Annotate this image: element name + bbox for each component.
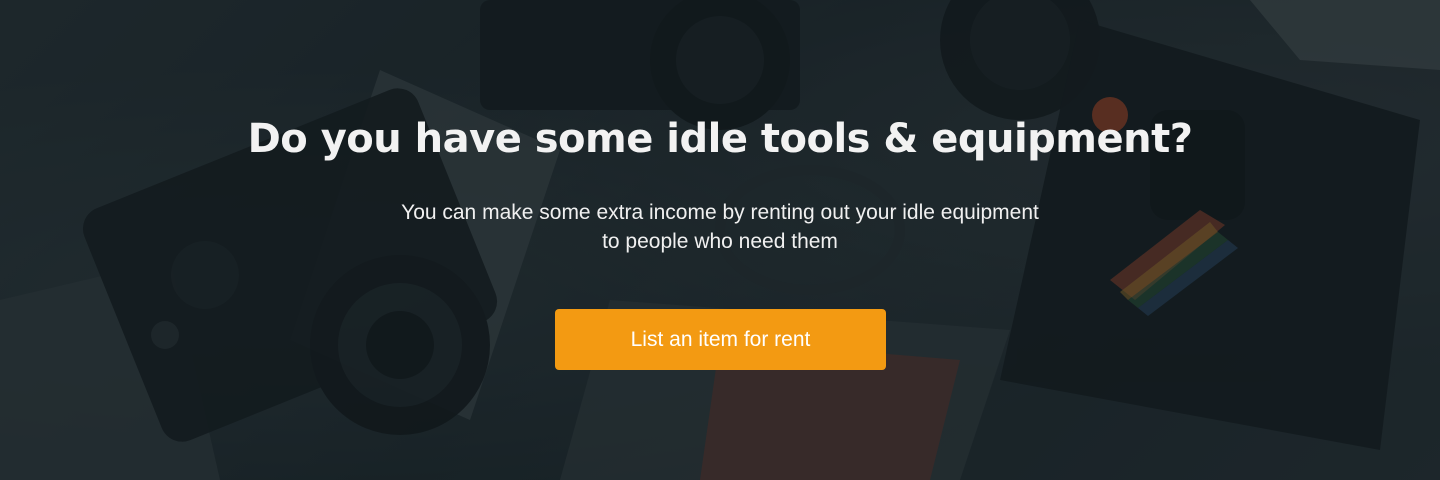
hero-banner: Do you have some idle tools & equipment?… <box>0 0 1440 480</box>
hero-content: Do you have some idle tools & equipment?… <box>0 0 1440 480</box>
list-item-for-rent-button[interactable]: List an item for rent <box>555 309 886 370</box>
hero-subtext: You can make some extra income by rentin… <box>401 201 1039 253</box>
hero-headline: Do you have some idle tools & equipment? <box>247 116 1193 162</box>
